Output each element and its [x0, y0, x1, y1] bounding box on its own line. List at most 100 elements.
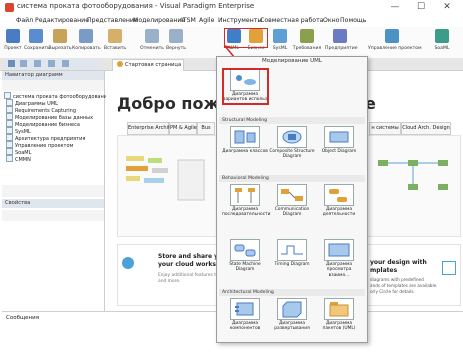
template-thumbnail-icon [378, 160, 448, 190]
list-icon[interactable] [48, 60, 55, 67]
menu-view[interactable]: Представление [87, 17, 138, 24]
sysml-button[interactable]: SysML [268, 29, 292, 56]
class-diagram-icon [230, 126, 260, 148]
enterprise-icon [333, 29, 347, 43]
folder-icon [6, 99, 13, 106]
requirements-icon [300, 29, 314, 43]
timing-diagram-item[interactable]: Timing Diagram [269, 239, 315, 275]
deployment-diagram-item[interactable]: Диаграмма развертывания [269, 298, 315, 334]
section-architectural: Architectural Modeling [219, 289, 365, 296]
save-icon [29, 29, 43, 43]
object-diagram-icon [324, 126, 354, 148]
templates-card[interactable]: your design with mplates diagrams with p… [367, 244, 461, 306]
folder-icon [6, 113, 13, 120]
communication-diagram-item[interactable]: Communication Diagram [269, 184, 315, 220]
folder-icon [6, 127, 13, 134]
tab-start-page[interactable]: Стартовая страница [112, 59, 184, 71]
panel-toolbar [4, 59, 100, 69]
view-icon[interactable] [34, 60, 41, 67]
template-preview-right [367, 135, 461, 237]
grid-icon[interactable] [62, 60, 69, 67]
tab-business[interactable]: Bus [197, 122, 215, 135]
maximize-icon[interactable]: ☐ [410, 1, 432, 14]
dropdown-title: Моделирование UML [262, 58, 322, 64]
requirements-button[interactable]: Требования [292, 29, 322, 56]
uml-diagram-dropdown: Моделирование UML Диаграмма вариантов ис… [216, 56, 368, 343]
menu-agile[interactable]: Agile [199, 17, 214, 24]
import-icon [442, 261, 456, 275]
menu-collaboration[interactable]: Совместная работа [260, 17, 323, 24]
tab-systems[interactable]: н системы [369, 122, 401, 135]
selected-item-highlight [222, 68, 269, 105]
start-page-icon [117, 61, 123, 67]
menu-bar: Файл Редактирование Представление Модели… [0, 16, 463, 27]
diagram-navigator-header: Навигатор диаграмм [2, 71, 104, 80]
cut-icon [53, 29, 67, 43]
tree-item-cmmn[interactable]: CMMN [6, 155, 31, 163]
folder-icon [6, 155, 13, 162]
save-button[interactable]: Сохранить [24, 29, 50, 56]
activity-diagram-item[interactable]: Диаграмма деятельности [316, 184, 362, 220]
project-management-button[interactable]: Управление проектом [368, 29, 422, 56]
package-diagram-item[interactable]: Диаграмма пакетов (UML) [316, 298, 362, 334]
minimize-icon[interactable]: — [384, 1, 406, 14]
folder-icon [6, 120, 13, 127]
panel-tabs [2, 185, 104, 197]
tab-pm-agile[interactable]: PM & Agile [169, 122, 197, 135]
menu-window[interactable]: Окно [323, 17, 339, 24]
class-diagram-item[interactable]: Диаграмма классов [222, 126, 268, 162]
menu-modeling[interactable]: Моделирование [133, 17, 185, 24]
communication-diagram-icon [277, 184, 307, 206]
window-title: система проката фотооборудования - Visua… [17, 2, 255, 10]
undo-icon [145, 29, 159, 43]
copy-icon [78, 29, 93, 43]
paste-icon [108, 29, 122, 43]
navigator-toolbar [2, 80, 104, 91]
component-diagram-icon [230, 298, 260, 320]
component-diagram-item[interactable]: Диаграмма компонентов [222, 298, 268, 334]
folder-icon [6, 141, 13, 148]
undo-button[interactable]: Отменить [140, 29, 164, 56]
state-machine-icon [230, 239, 260, 261]
enterprise-button[interactable]: Предприятие [325, 29, 358, 56]
section-behavioral: Behavioral Modeling [219, 175, 365, 182]
template-thumbnail-icon [126, 156, 205, 201]
tab-cloud-arch[interactable]: Cloud Arch. Design [401, 122, 451, 135]
state-machine-diagram-item[interactable]: State Machine Diagram [222, 239, 268, 275]
interaction-overview-diagram-item[interactable]: Диаграмма просмотра взаимо... [316, 239, 362, 278]
menu-file[interactable]: Файл [16, 17, 33, 24]
menu-tools[interactable]: Инструменты [218, 17, 262, 24]
title-bar: система проката фотооборудования - Visua… [0, 0, 463, 16]
sequence-diagram-item[interactable]: Диаграмма последовательности [222, 184, 271, 220]
template-preview-left [117, 135, 219, 237]
properties-header: Свойства [2, 199, 104, 208]
sysml-icon [273, 29, 287, 43]
copy-button[interactable]: Копировать [72, 29, 101, 56]
soaml-button[interactable]: SoaML [428, 29, 456, 56]
messages-title: Сообщения [6, 315, 40, 321]
folder-icon [6, 106, 13, 113]
close-icon[interactable]: ✕ [436, 1, 458, 14]
tab-enterprise-arch[interactable]: Enterprise Archit. [127, 122, 172, 135]
app-logo-icon [5, 3, 14, 12]
menu-itsm[interactable]: ITSM [181, 17, 196, 24]
cut-button[interactable]: Вырезать [48, 29, 72, 56]
left-panel: Навигатор диаграмм система проката фотоо… [2, 71, 110, 348]
interaction-overview-icon [324, 239, 354, 261]
menu-help[interactable]: Помощь [340, 17, 366, 24]
project-button[interactable]: Проект [2, 29, 24, 56]
composite-structure-diagram-item[interactable]: Composite Structure Diagram [269, 126, 315, 162]
menu-edit[interactable]: Редактирование [35, 17, 89, 24]
project-icon [6, 29, 20, 43]
folder-icon [6, 148, 13, 155]
cloud-workspace-card[interactable]: Store and share yo your cloud worksp Enj… [117, 244, 222, 306]
package-diagram-icon [324, 298, 354, 320]
cloud-icon [122, 257, 134, 269]
folder-icon[interactable] [20, 60, 27, 67]
folder-icon [6, 134, 13, 141]
project-icon [4, 92, 11, 99]
paste-button[interactable]: Вставить [103, 29, 127, 56]
object-diagram-item[interactable]: Object Diagram [316, 126, 362, 162]
home-icon[interactable] [8, 60, 15, 67]
composite-structure-icon [277, 126, 307, 148]
